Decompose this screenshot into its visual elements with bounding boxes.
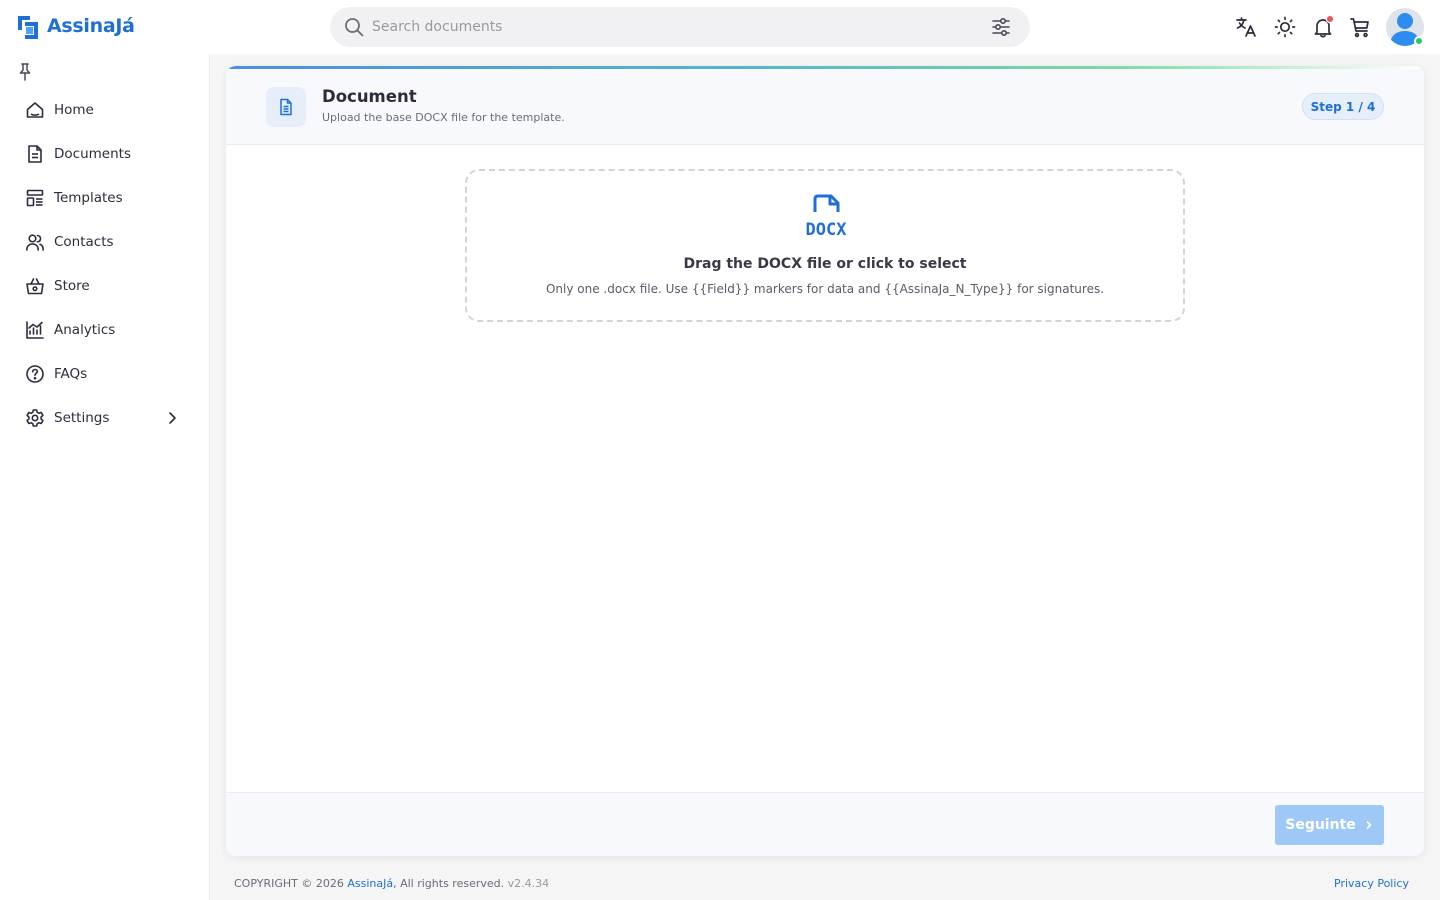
translate-icon[interactable] <box>1234 14 1258 40</box>
sidebar-item-home[interactable]: Home <box>12 88 198 132</box>
sidebar-item-label: FAQs <box>54 366 88 382</box>
sidebar-item-label: Templates <box>54 190 123 206</box>
template-wizard-card: Document Upload the base DOCX file for t… <box>226 66 1424 856</box>
sidebar-item-label: Home <box>54 102 94 118</box>
footer-brand-link[interactable]: AssinaJá <box>347 877 393 890</box>
search-bar[interactable] <box>330 7 1030 47</box>
next-button[interactable]: Seguinte <box>1275 805 1384 845</box>
cart-icon[interactable] <box>1348 14 1372 40</box>
step-indicator: Step 1 / 4 <box>1302 93 1384 120</box>
sidebar: Home Documents Templates Contacts Store … <box>0 54 210 900</box>
sidebar-item-analytics[interactable]: Analytics <box>12 308 198 352</box>
sidebar-nav: Home Documents Templates Contacts Store … <box>12 88 198 440</box>
chevron-right-icon <box>1366 821 1372 829</box>
search-input[interactable] <box>372 7 972 47</box>
card-title: Document <box>322 87 417 106</box>
chart-icon <box>26 321 44 339</box>
search-icon <box>345 18 364 37</box>
sidebar-item-contacts[interactable]: Contacts <box>12 220 198 264</box>
card-footer: Seguinte <box>226 792 1424 856</box>
docx-file-icon: DOCX <box>806 194 848 239</box>
copyright-footer: COPYRIGHT © 2026 AssinaJá, All rights re… <box>234 877 549 890</box>
privacy-policy-link[interactable]: Privacy Policy <box>1334 877 1409 890</box>
filter-sliders-icon[interactable] <box>990 16 1012 38</box>
logo-mark-icon <box>18 16 38 39</box>
top-bar: AssinaJá <box>0 0 1440 54</box>
sidebar-item-label: Contacts <box>54 234 114 250</box>
docx-dropzone[interactable]: DOCX Drag the DOCX file or click to sele… <box>465 169 1185 322</box>
sidebar-item-settings[interactable]: Settings <box>12 396 198 440</box>
document-badge <box>266 87 306 127</box>
template-icon <box>26 189 44 207</box>
help-icon <box>26 365 44 383</box>
version-label: v2.4.34 <box>507 877 550 890</box>
sidebar-item-documents[interactable]: Documents <box>12 132 198 176</box>
users-icon <box>26 234 44 251</box>
docx-icon-label: DOCX <box>806 220 848 239</box>
sun-icon[interactable] <box>1273 14 1297 40</box>
online-status-dot <box>1414 36 1424 46</box>
sidebar-item-label: Settings <box>54 410 110 426</box>
card-header: Document Upload the base DOCX file for t… <box>226 69 1424 145</box>
chevron-right-icon <box>169 412 176 424</box>
sidebar-item-label: Documents <box>54 146 131 162</box>
gear-icon <box>26 409 44 427</box>
home-icon <box>26 102 44 118</box>
brand-logo[interactable]: AssinaJá <box>16 12 135 40</box>
next-button-label: Seguinte <box>1285 817 1356 833</box>
rights-text: , All rights reserved. <box>393 877 505 890</box>
brand-name: AssinaJá <box>47 15 135 37</box>
document-icon <box>28 145 42 163</box>
dropzone-title: Drag the DOCX file or click to select <box>683 256 967 272</box>
pin-icon[interactable] <box>16 62 34 82</box>
sidebar-item-faqs[interactable]: FAQs <box>12 352 198 396</box>
bell-icon[interactable] <box>1311 14 1335 40</box>
basket-icon <box>26 278 44 295</box>
sidebar-item-label: Analytics <box>54 322 116 338</box>
document-icon <box>280 98 292 116</box>
dropzone-hint: Only one .docx file. Use {{Field}} marke… <box>545 282 1105 296</box>
sidebar-item-label: Store <box>54 278 90 294</box>
sidebar-item-store[interactable]: Store <box>12 264 198 308</box>
sidebar-item-templates[interactable]: Templates <box>12 176 198 220</box>
copyright-text: COPYRIGHT © 2026 <box>234 877 344 890</box>
card-subtitle: Upload the base DOCX file for the templa… <box>322 111 565 124</box>
